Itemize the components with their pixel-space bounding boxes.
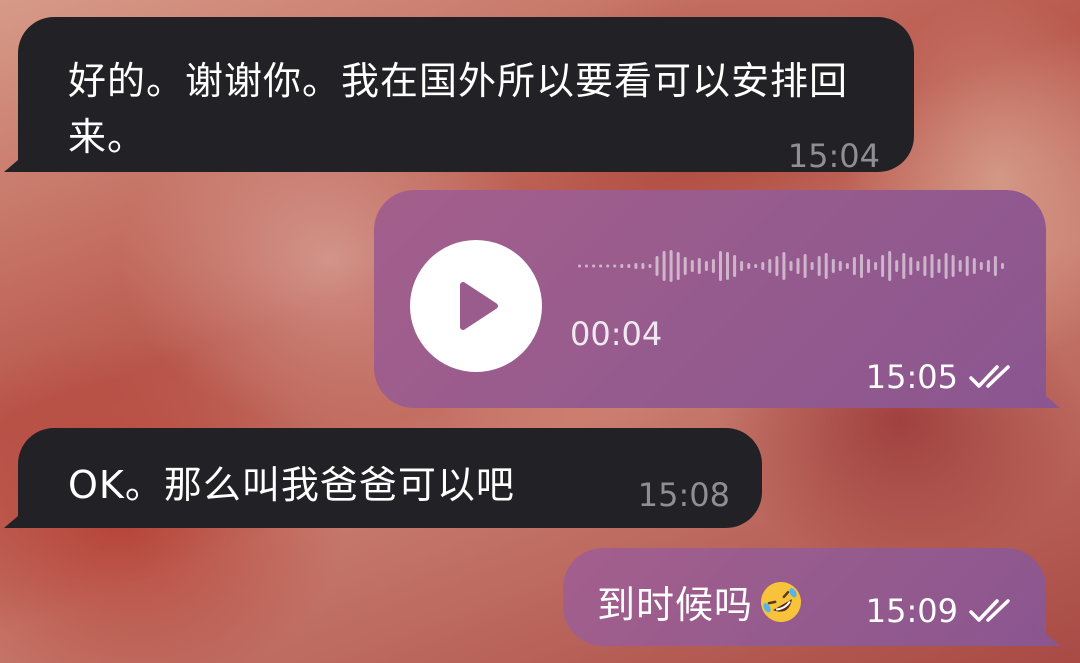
message-time: 15:08 bbox=[637, 476, 730, 514]
waveform-bar bbox=[775, 256, 779, 276]
waveform-bar bbox=[965, 256, 969, 276]
message-time: 15:09 bbox=[865, 592, 958, 630]
waveform-bar bbox=[993, 256, 997, 276]
waveform-bar bbox=[733, 255, 737, 277]
play-icon bbox=[460, 282, 498, 330]
message-text: OK。那么叫我爸爸可以吧 bbox=[68, 463, 515, 507]
waveform-bar bbox=[923, 256, 927, 276]
message-text: 到时候吗 bbox=[597, 583, 754, 627]
waveform-bar bbox=[888, 251, 892, 281]
waveform-bar bbox=[909, 257, 913, 275]
outgoing-message[interactable]: 到时候吗 15:09 bbox=[563, 548, 1060, 646]
waveform-bar bbox=[655, 256, 659, 276]
waveform-bar bbox=[578, 264, 581, 268]
waveform-bar bbox=[683, 257, 687, 275]
waveform-bar bbox=[916, 261, 920, 271]
waveform-bar bbox=[585, 264, 588, 268]
waveform-bar bbox=[958, 260, 962, 272]
waveform-bar bbox=[662, 251, 666, 281]
waveform-bar bbox=[669, 250, 673, 282]
message-text: 好的。谢谢你。我在国外所以要看可以安排回来。 bbox=[68, 59, 849, 159]
incoming-message[interactable]: OK。那么叫我爸爸可以吧 15:08 bbox=[4, 428, 762, 528]
waveform-bar bbox=[782, 252, 786, 280]
waveform-bar bbox=[838, 261, 842, 271]
play-button[interactable] bbox=[410, 240, 542, 372]
waveform-bar bbox=[711, 259, 715, 273]
waveform-bar bbox=[747, 263, 751, 269]
waveform-bar bbox=[874, 262, 878, 270]
bubble-tail bbox=[1032, 384, 1060, 408]
waveform-bar bbox=[902, 253, 906, 279]
voice-duration: 00:04 bbox=[570, 315, 663, 353]
waveform-bar bbox=[937, 259, 941, 273]
waveform-bar bbox=[845, 263, 849, 269]
double-check-icon bbox=[969, 365, 1010, 388]
waveform-bar bbox=[627, 264, 631, 268]
waveform-bar bbox=[761, 262, 765, 270]
waveform-bar bbox=[1001, 263, 1004, 269]
waveform-bar bbox=[881, 255, 885, 277]
message-time: 15:05 bbox=[865, 358, 958, 396]
waveform-bar bbox=[810, 262, 814, 270]
waveform-bar bbox=[704, 261, 708, 271]
waveform-bar bbox=[726, 252, 729, 280]
waveform-bar bbox=[979, 262, 983, 270]
waveform-bar bbox=[852, 257, 856, 275]
waveform-bar bbox=[697, 258, 701, 274]
waveform-bar bbox=[824, 253, 828, 279]
waveform-bar bbox=[690, 260, 694, 272]
voice-waveform[interactable] bbox=[578, 240, 1008, 292]
waveform-bar bbox=[972, 258, 976, 274]
waveform-bar bbox=[986, 260, 990, 272]
waveform-bar bbox=[754, 264, 758, 268]
waveform-bar bbox=[620, 264, 624, 268]
waveform-bar bbox=[867, 259, 870, 273]
bubble-tail bbox=[1032, 622, 1060, 646]
waveform-bar bbox=[599, 264, 603, 268]
waveform-bar bbox=[641, 263, 645, 269]
double-check-icon bbox=[969, 599, 1010, 622]
waveform-bar bbox=[592, 264, 596, 268]
message-time: 15:04 bbox=[787, 137, 880, 175]
waveform-bar bbox=[895, 260, 899, 272]
bubble-tail bbox=[4, 504, 32, 528]
waveform-bar bbox=[606, 264, 610, 268]
waveform-bar bbox=[817, 256, 821, 276]
waveform-bar bbox=[789, 261, 793, 271]
waveform-bar bbox=[831, 259, 835, 273]
waveform-bar bbox=[944, 253, 948, 279]
incoming-message[interactable]: 好的。谢谢你。我在国外所以要看可以安排回来。 15:04 bbox=[4, 17, 914, 175]
waveform-bar bbox=[719, 251, 722, 281]
waveform-bar bbox=[634, 263, 638, 269]
waveform-bar bbox=[648, 264, 652, 268]
outgoing-voice-message[interactable]: 00:04 15:05 bbox=[374, 190, 1060, 408]
waveform-bar bbox=[613, 264, 617, 268]
waveform-bar bbox=[796, 258, 800, 274]
rolling-on-floor-laughing-emoji bbox=[761, 581, 802, 622]
waveform-bar bbox=[768, 259, 772, 273]
waveform-bar bbox=[951, 255, 955, 277]
waveform-bar bbox=[930, 254, 934, 278]
waveform-bar bbox=[803, 254, 807, 278]
waveform-bar bbox=[740, 261, 744, 271]
bubble-tail bbox=[4, 148, 32, 172]
waveform-bar bbox=[860, 254, 863, 278]
waveform-bar bbox=[676, 252, 680, 280]
